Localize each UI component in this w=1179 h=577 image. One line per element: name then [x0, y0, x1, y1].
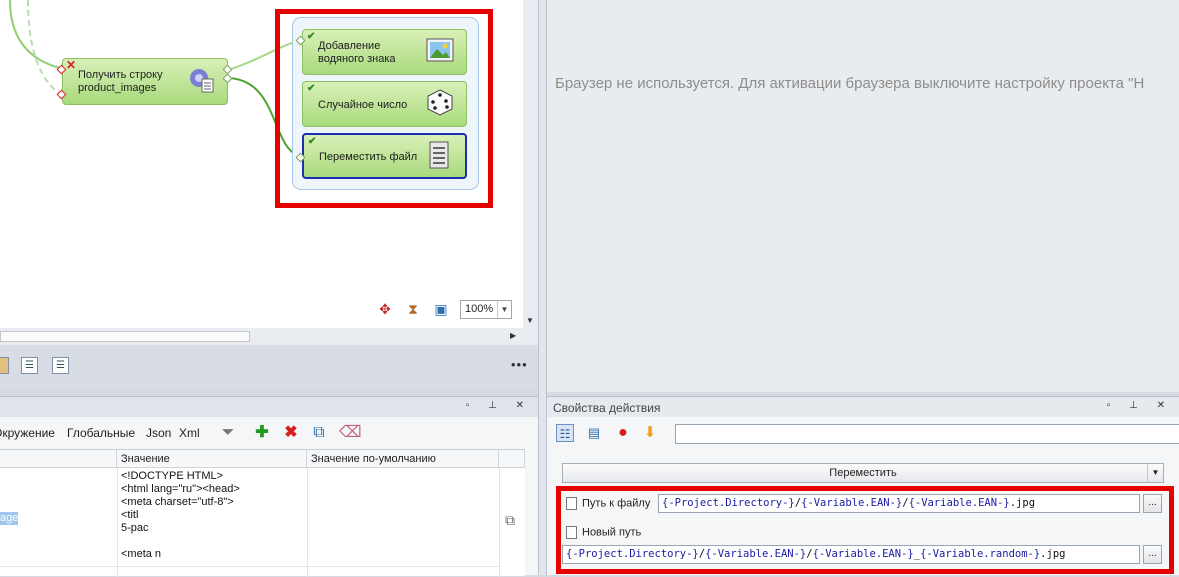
properties-toolbar: ☷ ▤ ● ⬇	[553, 421, 1179, 447]
eraser-icon[interactable]: ⌫	[339, 424, 362, 442]
browser-disabled-message: Браузер не используется. Для активации б…	[555, 75, 1145, 92]
panel-title: Свойства действия	[553, 401, 661, 415]
hourglass-icon[interactable]: ⧗	[404, 300, 422, 318]
value-line: <html lang="ru"><head>	[121, 483, 240, 495]
value-line: <titl	[121, 509, 139, 521]
variables-tabs: Окружение Глобальные Json Xml ⏷ ✚ ✖ ⧉ ⌫	[0, 421, 538, 445]
vertical-splitter[interactable]	[538, 0, 547, 575]
node-get-line[interactable]: ✕ Получить строку product_images	[62, 58, 228, 105]
node-label-line2: product_images	[78, 82, 157, 94]
delete-icon[interactable]: ✖	[282, 424, 300, 442]
highlight-box-canvas	[275, 9, 493, 208]
panel-header: ▫ ⊥ ✕	[0, 397, 538, 417]
stop-icon[interactable]: ●	[614, 424, 632, 442]
more-options-icon[interactable]: •••	[511, 357, 528, 372]
scroll-right-arrow-icon[interactable]: ▶	[510, 331, 516, 340]
copy-value-icon[interactable]: ⧉	[505, 512, 515, 529]
add-icon[interactable]: ✚	[253, 424, 271, 442]
canvas-bottom-toolbar: ☰ ☰ •••	[0, 345, 538, 389]
variables-panel: ▫ ⊥ ✕ Окружение Глобальные Json Xml ⏷ ✚ …	[0, 396, 538, 577]
node-label-line1: Получить строку	[78, 69, 163, 81]
value-line: <meta charset="utf-8">	[121, 496, 234, 508]
arrow-down-icon[interactable]: ⬇	[641, 424, 659, 442]
variables-table: Значение Значение по-умолчанию age <!DOC…	[0, 449, 525, 577]
tool-icon[interactable]	[0, 357, 9, 374]
column-header-default[interactable]: Значение по-умолчанию	[307, 450, 499, 468]
list-alt-icon[interactable]: ☰	[52, 357, 69, 374]
canvas-vertical-scrollbar[interactable]: ▼	[523, 0, 538, 328]
highlight-box-properties	[556, 486, 1174, 574]
copy-icon[interactable]: ⧉	[310, 424, 328, 442]
tab-json[interactable]: Json	[146, 426, 171, 440]
column-header-value[interactable]: Значение	[117, 450, 307, 468]
fit-view-icon[interactable]: ▣	[432, 300, 450, 318]
list-icon[interactable]: ☰	[21, 357, 38, 374]
properties-view-icon[interactable]: ☷	[556, 424, 574, 442]
column-header-extra	[499, 450, 525, 468]
horizontal-scroll-thumb[interactable]	[0, 331, 250, 342]
zoom-select[interactable]: 100% ▼	[460, 300, 512, 319]
tab-environment[interactable]: Окружение	[0, 426, 55, 440]
panel-header: Свойства действия ▫ ⊥ ✕	[547, 397, 1179, 417]
properties-search-input[interactable]	[675, 424, 1179, 444]
chevron-down-icon: ▼	[1147, 464, 1163, 482]
chevron-down-icon: ▼	[497, 301, 511, 318]
column-header-name[interactable]	[0, 450, 117, 468]
value-line: <meta n	[121, 548, 162, 560]
selected-variable-name[interactable]: age	[0, 512, 18, 525]
error-mark-icon: ✕	[66, 58, 77, 72]
action-type-select[interactable]: Переместить ▼	[562, 463, 1164, 483]
action-properties-panel: Свойства действия ▫ ⊥ ✕ ☷ ▤ ● ⬇ Перемест…	[547, 396, 1179, 575]
pan-icon[interactable]: ✥	[376, 300, 394, 318]
tab-xml[interactable]: Xml	[179, 426, 200, 440]
edit-settings-icon[interactable]: ▤	[585, 424, 603, 442]
panel-window-controls[interactable]: ▫ ⊥ ✕	[1107, 400, 1173, 411]
tab-global[interactable]: Глобальные	[67, 426, 135, 440]
scroll-down-arrow-icon[interactable]: ▼	[526, 316, 534, 325]
panel-window-controls[interactable]: ▫ ⊥ ✕	[466, 400, 532, 411]
filter-icon[interactable]: ⏷	[219, 424, 237, 442]
gear-list-icon	[190, 69, 214, 93]
browser-pane: Браузер не используется. Для активации б…	[547, 0, 1179, 392]
zoom-value: 100%	[465, 303, 494, 315]
action-type-value: Переместить	[829, 467, 897, 479]
value-line: 5-pac	[121, 522, 149, 534]
value-line: <!DOCTYPE HTML>	[121, 470, 224, 482]
project-canvas[interactable]: ✕ Получить строку product_images ✔ Добав…	[0, 0, 523, 328]
zoom-toolbar: ✥ ⧗ ▣ 100% ▼	[368, 296, 516, 322]
